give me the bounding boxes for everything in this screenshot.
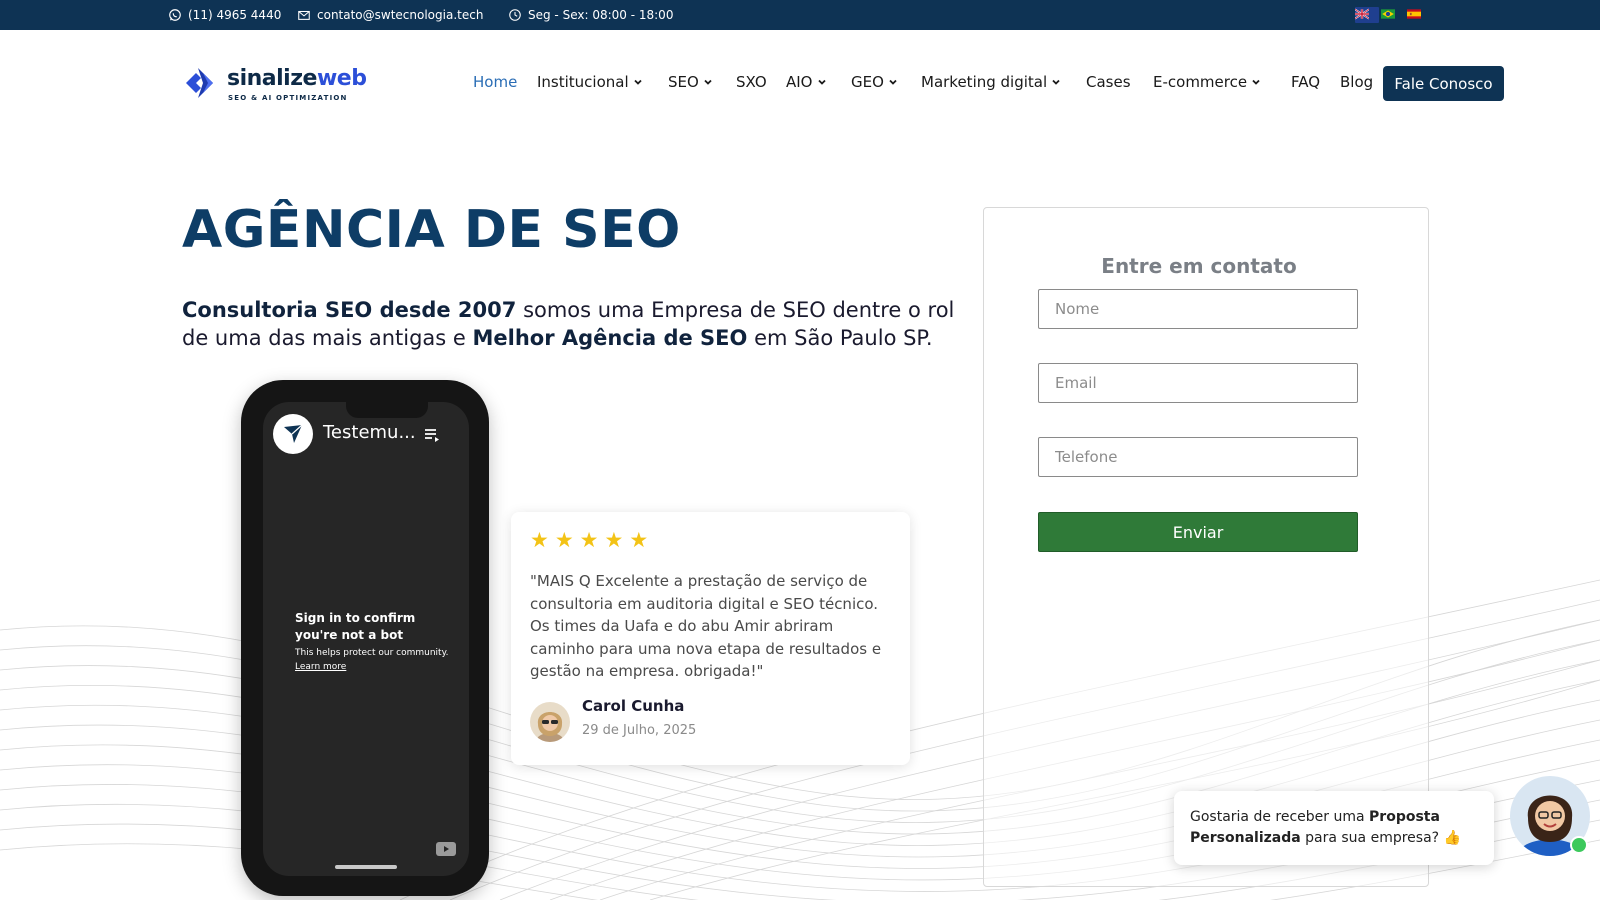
mail-icon bbox=[298, 10, 310, 20]
chevron-down-icon bbox=[1052, 79, 1060, 85]
whatsapp-icon bbox=[169, 9, 181, 21]
bot-check-title: Sign in to confirm you're not a bot bbox=[295, 611, 416, 642]
channel-logo-icon[interactable] bbox=[273, 414, 313, 454]
nav-institucional[interactable]: Institucional bbox=[537, 70, 643, 94]
nav-aio-label: AIO bbox=[786, 73, 813, 91]
nav-sxo[interactable]: SXO bbox=[736, 70, 767, 94]
nav-marketing-digital[interactable]: Marketing digital bbox=[921, 70, 1061, 94]
learn-more-link[interactable]: Learn more bbox=[295, 662, 346, 672]
nav-aio[interactable]: AIO bbox=[786, 70, 827, 94]
bot-check-subtitle: This helps protect our community. bbox=[295, 648, 449, 658]
nav-ecommerce[interactable]: E-commerce bbox=[1153, 70, 1261, 94]
chat-text-1: Gostaria de receber uma bbox=[1190, 809, 1370, 825]
topbar-phone-text: (11) 4965 4440 bbox=[188, 8, 282, 22]
nav-faq[interactable]: FAQ bbox=[1291, 70, 1320, 94]
hero-description: Consultoria SEO desde 2007 somos uma Emp… bbox=[182, 296, 962, 352]
topbar-email-text: contato@swtecnologia.tech bbox=[317, 8, 484, 22]
nav-seo-label: SEO bbox=[668, 73, 699, 91]
nav-geo[interactable]: GEO bbox=[851, 70, 898, 94]
topbar-hours-text: Seg - Sex: 08:00 - 18:00 bbox=[528, 8, 674, 22]
nav-marketing-digital-label: Marketing digital bbox=[921, 73, 1048, 91]
nav-geo-label: GEO bbox=[851, 73, 884, 91]
star-icon: ★ bbox=[604, 528, 624, 552]
topbar-phone[interactable]: (11) 4965 4440 bbox=[168, 0, 281, 30]
topbar-hours: Seg - Sex: 08:00 - 18:00 bbox=[508, 0, 673, 30]
topbar-email[interactable]: contato@swtecnologia.tech bbox=[297, 0, 483, 30]
name-field[interactable] bbox=[1038, 289, 1358, 329]
youtube-icon[interactable] bbox=[436, 842, 456, 856]
hero-bold-1: Consultoria SEO desde 2007 bbox=[182, 298, 517, 322]
review-date: 29 de Julho, 2025 bbox=[582, 723, 697, 738]
avatar bbox=[530, 702, 570, 742]
nav-blog-label: Blog bbox=[1340, 73, 1374, 91]
email-field[interactable] bbox=[1038, 363, 1358, 403]
reviewer-name: Carol Cunha bbox=[582, 697, 685, 715]
contact-form-title: Entre em contato bbox=[1101, 254, 1297, 278]
fale-conosco-label: Fale Conosco bbox=[1394, 74, 1493, 93]
video-embed[interactable]: Testemu... Sign in to confirm you're not… bbox=[263, 402, 469, 876]
chevron-down-icon bbox=[817, 79, 826, 85]
brazil-flag-icon[interactable] bbox=[1381, 7, 1405, 23]
logo[interactable]: sinalizeweb SEO & AI OPTIMIZATION bbox=[182, 62, 367, 104]
nav-ecommerce-label: E-commerce bbox=[1153, 73, 1248, 91]
star-icon: ★ bbox=[530, 528, 549, 552]
phone-field[interactable] bbox=[1038, 437, 1358, 477]
fale-conosco-button[interactable]: Fale Conosco bbox=[1383, 66, 1504, 101]
star-icon: ★ bbox=[629, 528, 649, 552]
nav-seo[interactable]: SEO bbox=[668, 70, 713, 94]
chevron-down-icon bbox=[889, 79, 897, 85]
playlist-icon[interactable] bbox=[423, 426, 441, 444]
review-text: "MAIS Q Excelente a prestação de serviço… bbox=[530, 572, 882, 680]
submit-button[interactable]: Enviar bbox=[1038, 512, 1358, 552]
star-icon: ★ bbox=[554, 528, 574, 552]
hero-text-2: em São Paulo SP. bbox=[747, 326, 933, 350]
logo-mark-icon bbox=[186, 68, 213, 98]
nav-cases[interactable]: Cases bbox=[1086, 70, 1131, 94]
nav-faq-label: FAQ bbox=[1291, 73, 1321, 91]
logo-word-1: sinalize bbox=[227, 66, 317, 91]
chevron-down-icon bbox=[704, 79, 712, 85]
chat-text-2: para sua empresa? 👍 bbox=[1300, 830, 1461, 846]
spain-flag-icon[interactable] bbox=[1407, 7, 1431, 23]
video-title[interactable]: Testemu... bbox=[323, 422, 416, 443]
uk-flag-icon[interactable] bbox=[1355, 7, 1379, 23]
nav-institucional-label: Institucional bbox=[537, 73, 629, 91]
logo-tagline: SEO & AI OPTIMIZATION bbox=[228, 94, 348, 102]
logo-wordmark: sinalizeweb bbox=[227, 66, 367, 91]
review-card: ★ ★ ★ ★ ★ "MAIS Q Excelente a prestação … bbox=[511, 512, 910, 765]
online-status-icon bbox=[1570, 836, 1588, 854]
phone-home-indicator bbox=[335, 865, 397, 869]
chevron-down-icon bbox=[634, 79, 642, 85]
chevron-down-icon bbox=[1252, 79, 1260, 85]
top-bar: (11) 4965 4440 contato@swtecnologia.tech… bbox=[0, 0, 1600, 30]
nav-home[interactable]: Home bbox=[473, 70, 517, 94]
phone-mockup: Testemu... Sign in to confirm you're not… bbox=[241, 380, 489, 896]
phone-notch bbox=[346, 402, 428, 418]
nav-sxo-label: SXO bbox=[736, 73, 767, 91]
page-title: AGÊNCIA DE SEO bbox=[182, 200, 681, 260]
star-rating: ★ ★ ★ ★ ★ bbox=[530, 530, 648, 551]
submit-label: Enviar bbox=[1172, 522, 1224, 542]
logo-word-2: web bbox=[316, 66, 367, 91]
clock-icon bbox=[509, 9, 521, 21]
chat-message: Gostaria de receber uma Proposta Persona… bbox=[1190, 807, 1486, 849]
hero-bold-2: Melhor Agência de SEO bbox=[472, 326, 748, 350]
nav-cases-label: Cases bbox=[1086, 73, 1131, 91]
nav-blog[interactable]: Blog bbox=[1340, 70, 1373, 94]
chat-bubble[interactable]: Gostaria de receber uma Proposta Persona… bbox=[1174, 791, 1494, 865]
star-icon: ★ bbox=[579, 528, 599, 552]
nav-home-label: Home bbox=[473, 73, 518, 91]
